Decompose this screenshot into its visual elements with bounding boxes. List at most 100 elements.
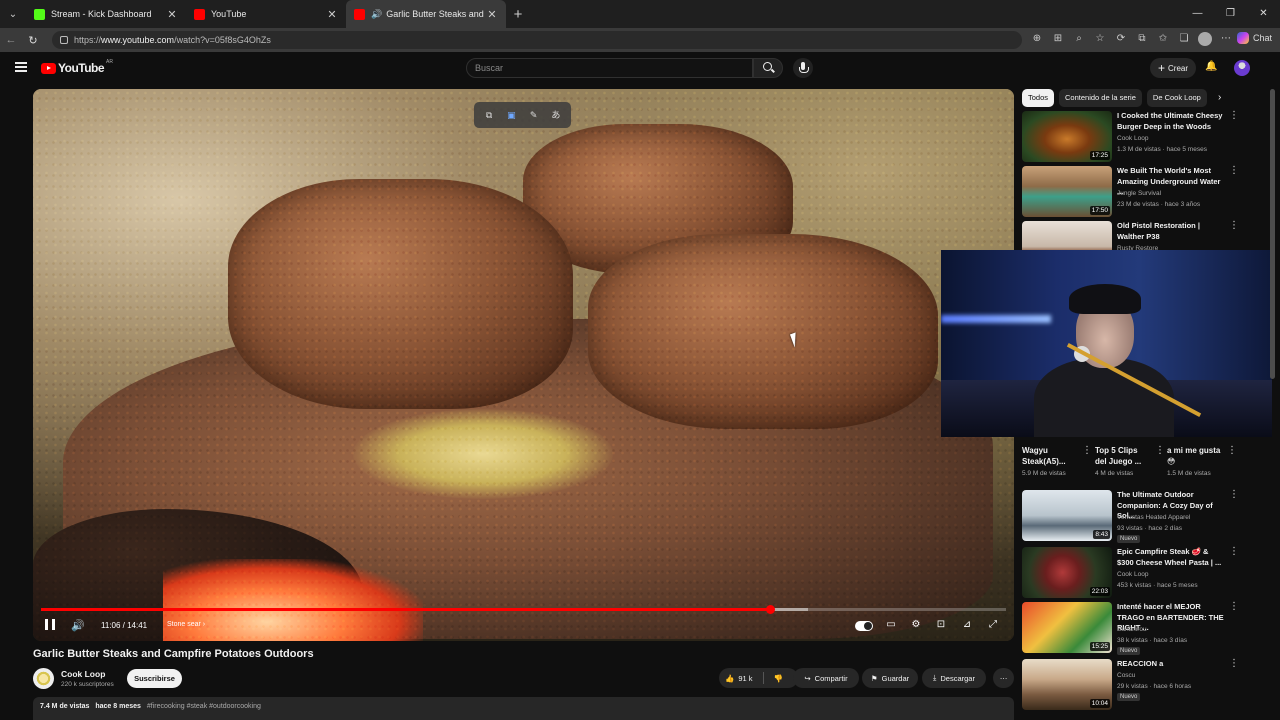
channel-avatar[interactable] — [33, 668, 54, 689]
url-field[interactable]: https://www.youtube.com/watch?v=05f8sG4O… — [52, 31, 1022, 49]
notes-icon[interactable]: ✎ — [527, 109, 541, 121]
video-title[interactable]: REACCION a — [1117, 659, 1227, 670]
video-thumbnail[interactable]: 15:25 — [1022, 602, 1112, 653]
more-icon[interactable]: ⋯ — [1219, 32, 1233, 46]
channel-name[interactable]: Cook Loop — [61, 669, 105, 679]
minimize-icon[interactable]: — — [1181, 0, 1214, 28]
channel-name[interactable]: Cook Loop — [1117, 571, 1148, 578]
list-item[interactable]: 22:03 Epic Campfire Steak 🥩 & $300 Chees… — [1022, 547, 1247, 599]
subtitles-icon[interactable]: ▭ — [884, 619, 898, 631]
hashtags[interactable]: #firecooking #steak #outdoorcooking — [147, 703, 261, 710]
more-options-icon[interactable]: ⋮ — [1229, 221, 1239, 231]
channel-name[interactable]: Cook Loop — [1117, 135, 1148, 142]
video-player[interactable]: ⧉ ▣ ✎ あ 🔊 11:06 / 14:41 Stone sear › ▭ ⚙… — [33, 89, 1014, 641]
channel-name[interactable]: Coscu — [1117, 672, 1135, 679]
video-thumbnail[interactable]: 8:43 — [1022, 490, 1112, 541]
tab-kick-dashboard[interactable]: Stream - Kick Dashboard ✕ — [26, 0, 186, 28]
download-button[interactable]: ⤓ Descargar — [922, 668, 986, 688]
video-title[interactable]: I Cooked the Ultimate Cheesy Burger Deep… — [1117, 111, 1227, 132]
tab-current-video[interactable]: 🔊 Garlic Butter Steaks and Camp ✕ — [346, 0, 506, 28]
miniplayer-icon[interactable]: ⊡ — [934, 619, 948, 631]
chip-series[interactable]: Contenido de la serie — [1059, 89, 1142, 107]
short-title[interactable]: Wagyu Steak(A5)... — [1022, 445, 1077, 467]
like-button[interactable]: 👍 91 k — [725, 674, 753, 683]
channel-name[interactable]: Jungle Survival — [1117, 190, 1161, 197]
chip-channel[interactable]: De Cook Loop — [1146, 89, 1207, 107]
video-title[interactable]: Epic Campfire Steak 🥩 & $300 Cheese Whee… — [1117, 547, 1227, 568]
subscribe-button[interactable]: Suscribirse — [127, 669, 182, 688]
thumbs-down-icon[interactable]: 👎 — [774, 674, 783, 683]
more-options-icon[interactable]: ⋮ — [1229, 166, 1239, 176]
list-item[interactable]: 17:25 I Cooked the Ultimate Cheesy Burge… — [1022, 111, 1247, 163]
more-options-icon[interactable]: ⋮ — [1155, 445, 1165, 456]
more-options-icon[interactable]: ⋮ — [1229, 490, 1239, 500]
translate-video-icon[interactable]: あ — [549, 109, 563, 121]
short-item[interactable]: Top 5 Clips del Juego ... 4 M de vistas … — [1095, 445, 1165, 477]
list-item[interactable]: 15:25 Intenté hacer el MEJOR TRAGO en BA… — [1022, 602, 1247, 655]
speaker-icon[interactable]: 🔊 — [371, 9, 382, 20]
zoom-icon[interactable]: ⌕ — [1072, 32, 1086, 46]
share-button[interactable]: ↪ Compartir — [793, 668, 859, 688]
scrubber-handle[interactable] — [765, 605, 775, 614]
video-title[interactable]: Old Pistol Restoration | Walther P38 — [1117, 221, 1227, 242]
more-options-icon[interactable]: ⋮ — [1229, 111, 1239, 121]
collections-icon[interactable]: ❏ — [1177, 32, 1191, 46]
description-box[interactable]: 7.4 M de vistas hace 8 meses #firecookin… — [33, 697, 1014, 720]
short-title[interactable]: Top 5 Clips del Juego ... — [1095, 445, 1150, 467]
pause-button[interactable] — [45, 619, 55, 630]
short-title[interactable]: a mi me gusta 😳 — [1167, 445, 1222, 467]
more-options-icon[interactable]: ⋮ — [1227, 445, 1237, 456]
list-item[interactable]: 8:43 The Ultimate Outdoor Companion: A C… — [1022, 490, 1247, 543]
list-item[interactable]: 17:50 We Built The World's Most Amazing … — [1022, 166, 1247, 218]
favorites-icon[interactable]: ✩ — [1156, 32, 1170, 46]
autoplay-toggle[interactable] — [855, 621, 873, 631]
search-button[interactable] — [753, 58, 783, 78]
chips-next-chevron-icon[interactable]: › — [1218, 92, 1221, 103]
video-thumbnail[interactable]: 17:25 — [1022, 111, 1112, 162]
notifications-bell-icon[interactable]: 🔔 — [1205, 61, 1217, 73]
channel-name[interactable]: Venustas Heated Apparel — [1117, 514, 1190, 521]
close-window-icon[interactable]: ✕ — [1247, 0, 1280, 28]
site-info-icon[interactable] — [60, 36, 68, 44]
video-thumbnail[interactable]: 10:04 — [1022, 659, 1112, 710]
restore-icon[interactable]: ❐ — [1214, 0, 1247, 28]
copilot-chat-button[interactable]: Chat — [1236, 32, 1272, 44]
new-tab-button[interactable]: + — [506, 6, 530, 23]
more-options-icon[interactable]: ⋮ — [1229, 659, 1239, 669]
picture-in-picture-icon[interactable]: ⧉ — [482, 109, 496, 121]
short-item[interactable]: a mi me gusta 😳 1.5 M de vistas ⋮ — [1167, 445, 1237, 477]
youtube-logo[interactable]: YouTube AR — [41, 59, 113, 75]
profile-icon[interactable] — [1198, 32, 1212, 46]
chip-all[interactable]: Todos — [1022, 89, 1055, 107]
close-icon[interactable]: ✕ — [166, 8, 178, 21]
video-thumbnail[interactable]: 17:50 — [1022, 166, 1112, 217]
progress-bar[interactable] — [41, 605, 1006, 614]
apps-icon[interactable]: ⊞ — [1051, 32, 1065, 46]
list-item[interactable]: 10:04 REACCION a Coscu 29 k vistas · hac… — [1022, 659, 1247, 710]
settings-gear-icon[interactable]: ⚙ — [909, 619, 923, 631]
create-button[interactable]: + Crear — [1150, 58, 1196, 78]
more-actions-button[interactable]: ⋯ — [993, 668, 1014, 688]
tab-list-chevron-icon[interactable]: ⌄ — [0, 0, 26, 28]
save-button[interactable]: ⚑ Guardar — [862, 668, 918, 688]
back-icon[interactable]: ← — [0, 34, 22, 46]
voice-search-icon[interactable] — [793, 58, 813, 78]
close-icon[interactable]: ✕ — [326, 8, 338, 21]
favorite-star-icon[interactable]: ☆ — [1093, 32, 1107, 46]
more-options-icon[interactable]: ⋮ — [1082, 445, 1092, 456]
volume-icon[interactable]: 🔊 — [71, 619, 85, 632]
video-capture-icon[interactable]: ▣ — [504, 109, 518, 121]
search-input[interactable]: Buscar — [466, 58, 753, 78]
more-options-icon[interactable]: ⋮ — [1229, 602, 1239, 612]
menu-icon[interactable] — [15, 62, 27, 72]
account-avatar[interactable] — [1234, 60, 1250, 76]
reload-icon[interactable]: ↻ — [22, 34, 44, 47]
chapter-button[interactable]: Stone sear › — [167, 621, 205, 628]
fullscreen-icon[interactable]: ⤢ — [986, 619, 1000, 631]
more-options-icon[interactable]: ⋮ — [1229, 547, 1239, 557]
extensions-icon[interactable]: ⧉ — [1135, 32, 1149, 46]
close-icon[interactable]: ✕ — [486, 8, 498, 21]
refresh-extension-icon[interactable]: ⟳ — [1114, 32, 1128, 46]
tab-youtube[interactable]: YouTube ✕ — [186, 0, 346, 28]
cast-icon[interactable]: ⊿ — [960, 619, 974, 631]
